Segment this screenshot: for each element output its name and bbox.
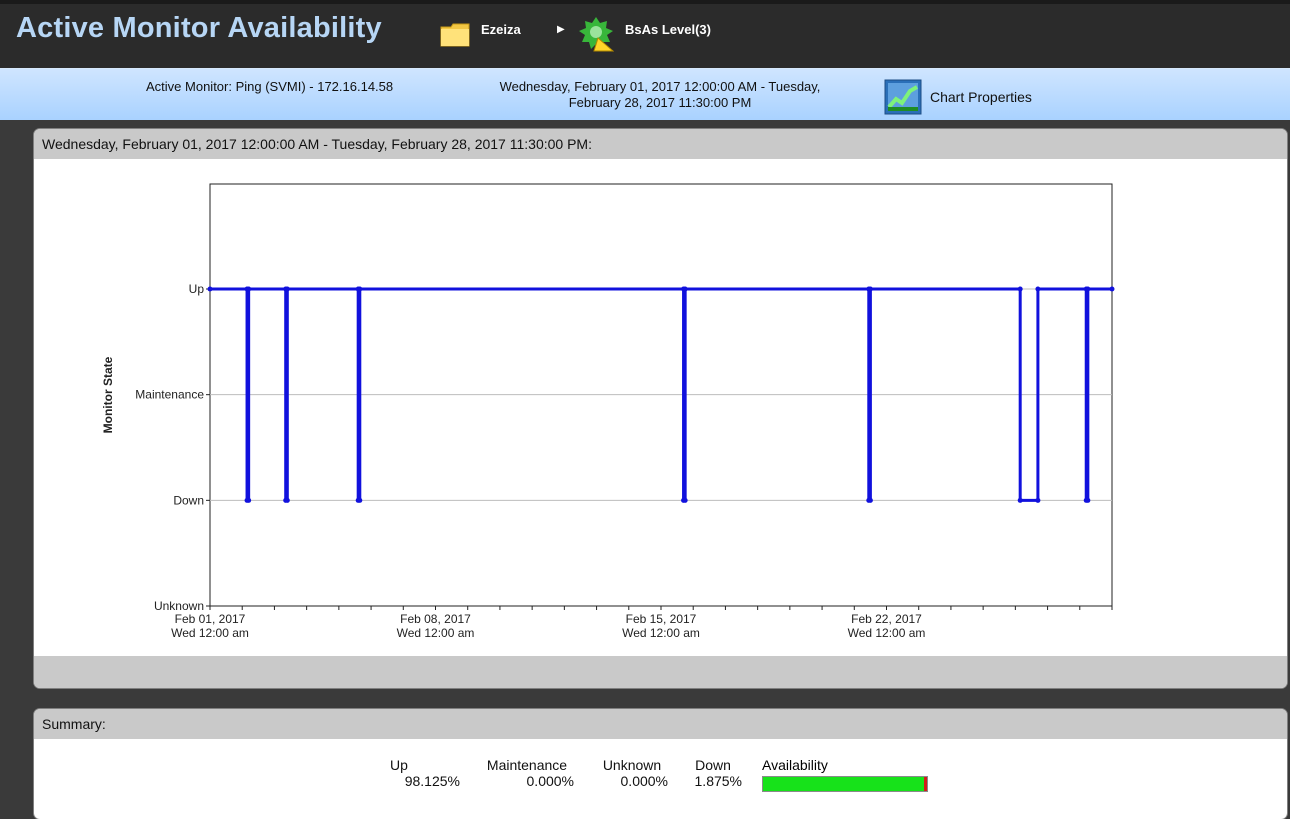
- date-range-line-1: Wednesday, February 01, 2017 12:00:00 AM…: [499, 79, 821, 94]
- chart-icon: [884, 79, 922, 115]
- date-range-line-2: February 28, 2017 11:30:00 PM: [568, 95, 752, 110]
- summary-value: 0.000%: [526, 773, 574, 789]
- report-info-bar: Active Monitor: Ping (SVMI) - 172.16.14.…: [0, 68, 1290, 120]
- data-point: [867, 286, 873, 292]
- summary-label: Unknown: [602, 757, 662, 773]
- data-point: [284, 286, 290, 292]
- x-tick-sublabel: Wed 12:00 am: [397, 626, 475, 640]
- data-point: [1085, 286, 1091, 292]
- data-point: [1085, 497, 1091, 503]
- x-tick-label: Feb 08, 2017: [400, 612, 471, 626]
- breadcrumb-separator-icon: ▶: [557, 24, 565, 35]
- availability-chart-panel: Wednesday, February 01, 2017 12:00:00 AM…: [34, 129, 1287, 688]
- data-point: [207, 286, 213, 292]
- y-tick-label: Up: [189, 282, 205, 296]
- summary-value: 98.125%: [404, 773, 460, 789]
- page-title: Active Monitor Availability: [16, 12, 382, 44]
- summary-value: 0.000%: [620, 773, 668, 789]
- summary-col-up: Up 98.125%: [390, 757, 460, 789]
- y-tick-label: Maintenance: [135, 388, 204, 402]
- summary-col-unknown: Unknown 0.000%: [596, 757, 668, 789]
- summary-header: Summary:: [34, 709, 1287, 739]
- data-point: [682, 497, 688, 503]
- y-tick-label: Unknown: [154, 599, 204, 613]
- data-point: [284, 497, 290, 503]
- availability-down-segment: [923, 777, 927, 791]
- data-point: [867, 497, 873, 503]
- summary-col-maintenance: Maintenance 0.000%: [480, 757, 574, 789]
- summary-col-down: Down 1.875%: [684, 757, 742, 789]
- monitor-label: Active Monitor: Ping (SVMI) - 172.16.14.…: [146, 79, 394, 94]
- summary-label: Up: [390, 757, 408, 773]
- data-point: [682, 286, 688, 292]
- date-range-label: Wednesday, February 01, 2017 12:00:00 AM…: [460, 79, 860, 111]
- data-point: [1017, 286, 1023, 292]
- chart-properties-label: Chart Properties: [930, 89, 1032, 105]
- summary-panel: Summary: Up 98.125% Maintenance 0.000% Unkno…: [34, 709, 1287, 819]
- data-point: [357, 497, 363, 503]
- data-point: [246, 497, 252, 503]
- breadcrumb-device[interactable]: BsAs Level(3): [625, 22, 711, 37]
- x-tick-label: Feb 22, 2017: [851, 612, 922, 626]
- chart-area: Unknown Down Maintenance Up Monitor State Feb…: [34, 159, 1287, 656]
- breadcrumb-ezeiza[interactable]: Ezeiza: [481, 22, 521, 37]
- x-tick-sublabel: Wed 12:00 am: [171, 626, 249, 640]
- y-tick-label: Down: [173, 493, 204, 507]
- data-point: [357, 286, 363, 292]
- data-point: [1017, 497, 1023, 503]
- summary-label: Down: [695, 757, 731, 773]
- device-status-icon[interactable]: [578, 16, 614, 52]
- x-tick-sublabel: Wed 12:00 am: [848, 626, 926, 640]
- x-tick-label: Feb 01, 2017: [175, 612, 246, 626]
- availability-label: Availability: [762, 757, 828, 773]
- folder-icon[interactable]: [439, 18, 471, 50]
- summary-label: Maintenance: [486, 757, 568, 773]
- data-point: [1035, 286, 1041, 292]
- chart-panel-footer: [34, 656, 1287, 688]
- data-point: [1109, 286, 1115, 292]
- y-axis-label: Monitor State: [101, 356, 115, 433]
- chart-panel-header: Wednesday, February 01, 2017 12:00:00 AM…: [34, 129, 1287, 159]
- chart-properties-button[interactable]: Chart Properties: [884, 79, 1032, 115]
- data-point: [246, 286, 252, 292]
- summary-value: 1.875%: [694, 773, 742, 789]
- availability-bar: [762, 776, 928, 792]
- x-tick-sublabel: Wed 12:00 am: [622, 626, 700, 640]
- data-point: [1035, 497, 1041, 503]
- x-tick-label: Feb 15, 2017: [626, 612, 697, 626]
- monitor-state-chart: Unknown Down Maintenance Up Monitor State Feb…: [101, 183, 1115, 640]
- top-bar: Active Monitor Availability Ezeiza ▶ BsA…: [0, 0, 1290, 68]
